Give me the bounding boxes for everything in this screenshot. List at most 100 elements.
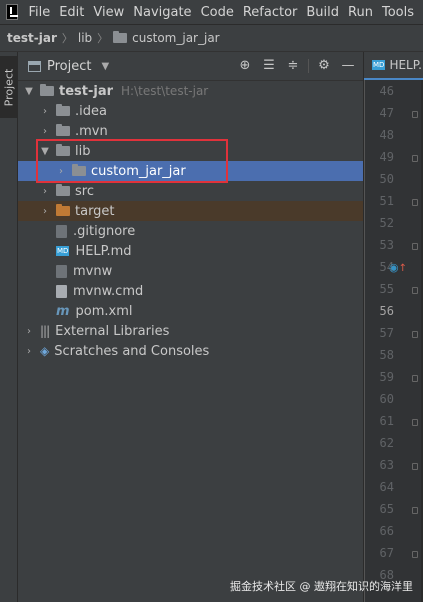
menu-edit[interactable]: Edit (59, 5, 84, 20)
line-number: 65 (379, 502, 394, 516)
menu-build[interactable]: Build (306, 5, 339, 20)
chevron-right-icon[interactable]: › (40, 206, 50, 217)
editor-tab-label: HELP. (389, 58, 422, 72)
gitignore-file-icon (56, 224, 67, 238)
menu-navigate[interactable]: Navigate (133, 5, 191, 20)
project-stripe-button[interactable]: Project (0, 56, 17, 118)
collapse-all-icon[interactable]: ≑ (284, 58, 302, 74)
tree-item-mvnw-cmd[interactable]: mvnw.cmd (18, 281, 363, 301)
scratches-icon: ◈ (40, 344, 49, 358)
line-number: 58 (379, 348, 394, 362)
excluded-folder-icon (56, 204, 70, 216)
chevron-right-icon[interactable]: › (40, 106, 50, 117)
tree-item-idea[interactable]: › .idea (18, 101, 363, 121)
menu-bar: File Edit View Navigate Code Refactor Bu… (0, 0, 423, 25)
chevron-right-icon[interactable]: › (56, 166, 66, 177)
folder-icon (56, 124, 70, 136)
tree-item-path: H:\test\test-jar (121, 84, 209, 98)
implements-marker-icon[interactable]: ◉↑ (389, 261, 407, 274)
fold-marker-icon[interactable] (412, 551, 418, 558)
chevron-down-icon[interactable]: ▼ (101, 61, 109, 72)
markdown-file-icon: MD (56, 246, 70, 256)
line-number: 48 (379, 128, 394, 142)
menu-view[interactable]: View (93, 5, 124, 20)
editor-tab-help[interactable]: MD HELP. (364, 52, 423, 80)
chevron-right-icon[interactable]: › (24, 346, 34, 357)
fold-marker-icon[interactable] (412, 155, 418, 162)
line-number: 51 (379, 194, 394, 208)
line-number: 49 (379, 150, 394, 164)
breadcrumb-lib[interactable]: lib (78, 31, 92, 45)
line-number: 61 (379, 414, 394, 428)
chevron-down-icon[interactable]: ▼ (24, 86, 34, 97)
project-window-title[interactable]: Project (47, 59, 91, 74)
expand-all-icon[interactable]: ☰ (260, 58, 278, 74)
line-number: 53 (379, 238, 394, 252)
tree-item-label: Scratches and Consoles (54, 343, 210, 359)
tree-item-external-libraries[interactable]: › ||| External Libraries (18, 321, 363, 341)
tree-item-label: test-jar (59, 83, 114, 99)
crosshair-icon[interactable]: ⊕ (236, 58, 254, 74)
watermark: 掘金技术社区 @ 遨翔在知识的海洋里 (230, 580, 413, 593)
fold-marker-icon[interactable] (412, 375, 418, 382)
breadcrumb-custom-jar[interactable]: custom_jar_jar (132, 31, 219, 45)
tree-item-mvn[interactable]: › .mvn (18, 121, 363, 141)
fold-marker-icon[interactable] (412, 331, 418, 338)
line-number: 56 (379, 304, 394, 318)
line-number: 55 (379, 282, 394, 296)
fold-marker-icon[interactable] (412, 419, 418, 426)
tree-item-label: target (75, 203, 115, 219)
chevron-right-icon[interactable]: › (40, 186, 50, 197)
line-number: 64 (379, 480, 394, 494)
line-number: 66 (379, 524, 394, 538)
tree-item-custom-jar[interactable]: › custom_jar_jar (18, 161, 363, 181)
line-number: 60 (379, 392, 394, 406)
menu-file[interactable]: File (28, 5, 50, 20)
chevron-right-icon[interactable]: › (40, 126, 50, 137)
left-tool-stripe (0, 52, 18, 602)
tree-item-label: lib (75, 143, 91, 159)
tree-item-label: .idea (75, 103, 107, 119)
tree-item-label: .mvn (75, 123, 108, 139)
folder-icon (56, 184, 70, 196)
line-number: 50 (379, 172, 394, 186)
tree-item-label: src (75, 183, 94, 199)
tree-item-pom[interactable]: m pom.xml (18, 301, 363, 321)
fold-marker-icon[interactable] (412, 287, 418, 294)
text-file-icon (56, 284, 67, 298)
fold-marker-icon[interactable] (412, 463, 418, 470)
folder-icon (56, 144, 70, 156)
chevron-down-icon[interactable]: ▼ (40, 146, 50, 157)
menu-code[interactable]: Code (201, 5, 234, 20)
shell-script-icon (56, 264, 67, 278)
fold-marker-icon[interactable] (412, 199, 418, 206)
line-number: 67 (379, 546, 394, 560)
tree-item-scratches[interactable]: › ◈ Scratches and Consoles (18, 341, 363, 361)
breadcrumb: test-jar 〉 lib 〉 custom_jar_jar (0, 25, 423, 52)
fold-marker-icon[interactable] (412, 507, 418, 514)
fold-marker-icon[interactable] (412, 111, 418, 118)
tree-item-mvnw[interactable]: mvnw (18, 261, 363, 281)
minimize-icon[interactable]: — (339, 58, 357, 74)
gear-icon[interactable]: ⚙ (315, 58, 333, 74)
chevron-right-icon[interactable]: › (24, 326, 34, 337)
tree-item-label: pom.xml (75, 303, 133, 319)
tree-item-src[interactable]: › src (18, 181, 363, 201)
folder-icon (72, 164, 86, 176)
tree-item-target[interactable]: › target (18, 201, 363, 221)
tree-item-help[interactable]: MD HELP.md (18, 241, 363, 261)
tree-item-lib[interactable]: ▼ lib (18, 141, 363, 161)
breadcrumb-project[interactable]: test-jar (7, 31, 57, 45)
tree-item-gitignore[interactable]: .gitignore (18, 221, 363, 241)
toolbar-divider (308, 59, 309, 73)
chevron-right-icon: 〉 (97, 32, 109, 45)
menu-run[interactable]: Run (348, 5, 373, 20)
tree-item-root[interactable]: ▼ test-jar H:\test\test-jar (18, 81, 363, 101)
project-tree: ▼ test-jar H:\test\test-jar › .idea › .m… (18, 81, 363, 602)
folder-icon (56, 104, 70, 116)
tree-item-label: custom_jar_jar (91, 163, 186, 179)
menu-refactor[interactable]: Refactor (243, 5, 298, 20)
fold-marker-icon[interactable] (412, 243, 418, 250)
folder-icon (113, 31, 128, 43)
menu-tools[interactable]: Tools (382, 5, 414, 20)
